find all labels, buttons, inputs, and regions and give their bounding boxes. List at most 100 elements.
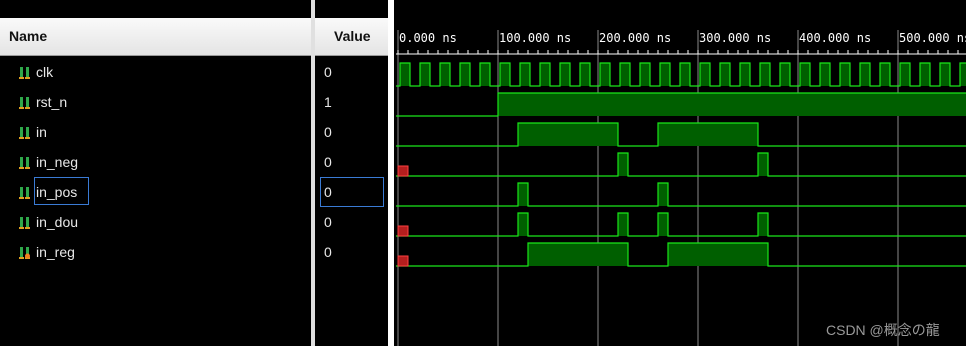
signal-value-row[interactable]: 1 [315,87,388,117]
signal-name: in_neg [36,154,79,170]
waveform-splitter[interactable] [388,0,394,346]
high-pulse [498,93,966,116]
high-pulse [420,63,430,86]
signal-name: in_dou [36,214,79,230]
time-label: 200.000 ns [599,31,671,45]
value-column-header[interactable]: Value [315,18,388,56]
high-pulse [560,63,570,86]
bit-signal-icon [19,186,31,199]
signal-names-panel: Name clk rst_n in in_neg in_pos in_dou i… [0,0,311,346]
bit-signal-icon [19,156,31,169]
bit-signal-icon [19,126,31,139]
value-header-label: Value [334,28,371,44]
signal-value: 0 [324,124,332,140]
time-label: 100.000 ns [499,31,571,45]
signal-row-in-dou[interactable]: in_dou [0,207,311,237]
high-pulse [840,63,850,86]
unknown-segment [397,255,409,267]
high-pulse [880,63,890,86]
high-pulse [940,63,950,86]
wave-in-dou [396,212,966,237]
high-pulse [660,63,670,86]
wave-in [396,122,966,147]
high-pulse [518,183,528,206]
high-pulse [528,243,628,266]
high-pulse [680,63,690,86]
signal-value-row[interactable]: 0 [315,237,388,267]
high-pulse [580,63,590,86]
unknown-segment [397,225,409,237]
signal-value-row[interactable]: 0 [315,207,388,237]
high-pulse [900,63,910,86]
high-pulse [640,63,650,86]
unknown-segment [397,165,409,177]
trace [396,182,966,207]
high-pulse [540,63,550,86]
high-pulse [658,123,758,146]
name-column-header[interactable]: Name [0,18,311,56]
high-pulse [758,213,768,236]
signal-name: in [36,124,47,140]
high-pulse [518,123,618,146]
signal-value: 0 [324,64,332,80]
signal-value: 0 [324,154,332,170]
signal-row-clk[interactable]: clk [0,57,311,87]
signal-value: 1 [324,94,332,110]
high-pulse [500,63,510,86]
bit-signal-icon [19,66,31,79]
high-pulse [860,63,870,86]
signal-name: clk [36,64,54,80]
wave-in-reg [396,242,966,267]
signal-row-in-reg[interactable]: in_reg [0,237,311,267]
signal-row-rst-n[interactable]: rst_n [0,87,311,117]
trace [396,152,966,177]
high-pulse [700,63,710,86]
high-pulse [658,183,668,206]
high-pulse [740,63,750,86]
high-pulse [620,63,630,86]
values-top-strip [315,0,388,18]
signal-value-row[interactable]: 0 [315,57,388,87]
high-pulse [800,63,810,86]
high-pulse [668,243,768,266]
high-pulse [440,63,450,86]
signal-value: 0 [324,244,332,260]
time-ruler: 0.000 ns 100.000 ns 200.000 ns 300.000 ns 40… [396,31,966,55]
time-label: 500.000 ns [899,31,966,45]
signal-name: rst_n [36,94,68,110]
high-pulse [820,63,830,86]
high-pulse [520,63,530,86]
signal-row-in[interactable]: in [0,117,311,147]
high-pulse [518,213,528,236]
wave-rst-n [396,92,966,117]
waveform-traces [396,62,966,267]
time-label: 400.000 ns [799,31,871,45]
selected-value-highlight [320,177,384,207]
signal-value-row[interactable]: 0 [315,147,388,177]
reg-signal-icon [19,246,31,259]
signal-value-row[interactable]: 0 [315,117,388,147]
waveform-viewer[interactable]: 0.000 ns 100.000 ns 200.000 ns 300.000 ns 40… [396,0,966,346]
watermark: CSDN @概念の龍 [826,322,940,338]
wave-clk [396,62,966,87]
selected-signal-highlight [34,177,89,205]
wave-in-pos [396,182,966,207]
bit-signal-icon [19,216,31,229]
name-header-label: Name [9,28,48,44]
high-pulse [618,213,628,236]
trace [396,212,966,237]
high-pulse [400,63,410,86]
high-pulse [600,63,610,86]
wave-in-neg [396,152,966,177]
signal-values-panel: Value 0100000 [315,0,388,346]
high-pulse [618,153,628,176]
high-pulse [460,63,470,86]
high-pulse [480,63,490,86]
time-label: 0.000 ns [399,31,457,45]
high-pulse [920,63,930,86]
high-pulse [760,63,770,86]
signal-value: 0 [324,214,332,230]
signal-row-in-neg[interactable]: in_neg [0,147,311,177]
high-pulse [658,213,668,236]
high-pulse [960,63,966,86]
